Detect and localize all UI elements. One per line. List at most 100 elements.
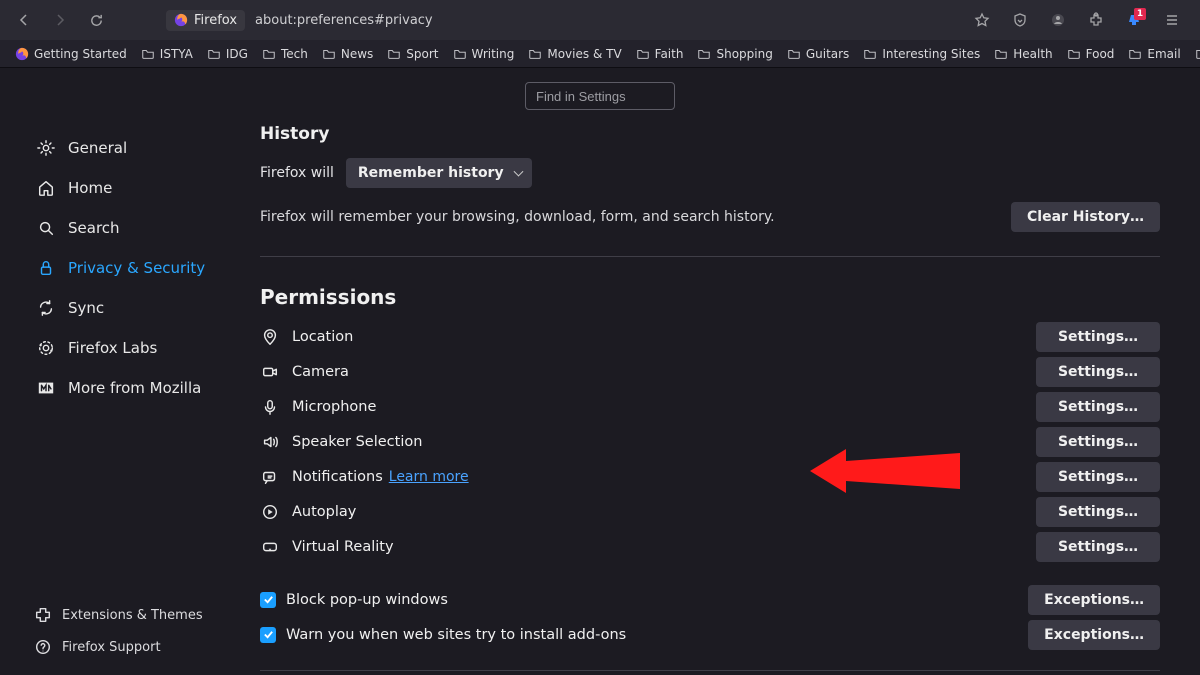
sync-icon — [36, 298, 56, 318]
bookmark-item[interactable]: Shopping — [692, 44, 777, 64]
mic-icon — [260, 397, 280, 417]
notifications-button[interactable]: 1 — [1120, 6, 1148, 34]
permission-settings-button[interactable]: Settings… — [1036, 497, 1160, 527]
notify-icon — [260, 467, 280, 487]
bookmark-star-button[interactable] — [968, 6, 996, 34]
bookmark-item[interactable]: Movies & TV — [523, 44, 626, 64]
checkbox[interactable] — [260, 592, 276, 608]
notification-badge: 1 — [1134, 8, 1146, 20]
sidebar-item-search[interactable]: Search — [28, 208, 232, 248]
permission-settings-button[interactable]: Settings… — [1036, 532, 1160, 562]
lock-icon — [36, 258, 56, 278]
folder-icon — [453, 47, 467, 61]
checkbox-label: Warn you when web sites try to install a… — [286, 627, 1018, 643]
bookmark-item[interactable]: Tech — [257, 44, 313, 64]
history-heading: History — [260, 124, 1160, 144]
bookmark-item[interactable]: Writing — [448, 44, 520, 64]
permission-label: Location — [292, 329, 1024, 345]
sidebar-item-firefox-labs[interactable]: Firefox Labs — [28, 328, 232, 368]
settings-search-wrap — [525, 82, 675, 110]
bookmark-label: IDG — [226, 47, 248, 61]
forward-button[interactable] — [44, 4, 76, 36]
speaker-icon — [260, 432, 280, 452]
checkbox[interactable] — [260, 627, 276, 643]
history-mode-select[interactable]: Remember history — [346, 158, 532, 188]
bookmark-label: Guitars — [806, 47, 849, 61]
bookmark-item[interactable]: Productivity — [1190, 44, 1200, 64]
sidebar-item-label: Firefox Labs — [68, 339, 157, 357]
bookmark-item[interactable]: News — [317, 44, 378, 64]
help-icon — [34, 638, 52, 656]
search-icon — [36, 218, 56, 238]
sidebar-item-home[interactable]: Home — [28, 168, 232, 208]
bookmark-label: Shopping — [716, 47, 772, 61]
sidebar-footer-label: Extensions & Themes — [62, 608, 203, 623]
permission-row-camera: Camera Settings… — [260, 354, 1160, 389]
folder-icon — [1067, 47, 1081, 61]
account-button[interactable] — [1044, 6, 1072, 34]
address-bar[interactable]: Firefox about:preferences#privacy — [166, 5, 996, 35]
permission-settings-button[interactable]: Settings… — [1036, 427, 1160, 457]
reload-button[interactable] — [80, 4, 112, 36]
bookmark-item[interactable]: Getting Started — [10, 44, 132, 64]
sidebar-item-general[interactable]: General — [28, 128, 232, 168]
identity-chip[interactable]: Firefox — [166, 10, 245, 31]
pocket-button[interactable] — [1006, 6, 1034, 34]
bookmarks-bar: Getting StartedISTYA IDG TechNewsSportWrit… — [0, 40, 1200, 68]
permission-settings-button[interactable]: Settings… — [1036, 462, 1160, 492]
permission-settings-button[interactable]: Settings… — [1036, 392, 1160, 422]
sidebar-footer-label: Firefox Support — [62, 640, 161, 655]
bookmark-item[interactable]: IDG — [202, 44, 253, 64]
location-icon — [260, 327, 280, 347]
section-divider — [260, 256, 1160, 257]
sidebar-item-sync[interactable]: Sync — [28, 288, 232, 328]
bookmark-item[interactable]: Email — [1123, 44, 1185, 64]
sidebar-footer-firefox-support[interactable]: Firefox Support — [28, 631, 232, 663]
vr-icon — [260, 537, 280, 557]
identity-label: Firefox — [194, 13, 237, 28]
folder-icon — [262, 47, 276, 61]
folder-icon — [1128, 47, 1142, 61]
permission-row-microphone: Microphone Settings… — [260, 389, 1160, 424]
mozilla-icon — [36, 378, 56, 398]
bookmark-item[interactable]: Interesting Sites — [858, 44, 985, 64]
autoplay-icon — [260, 502, 280, 522]
bookmark-item[interactable]: Sport — [382, 44, 443, 64]
sidebar-footer-extensions-themes[interactable]: Extensions & Themes — [28, 599, 232, 631]
sidebar-item-label: Home — [68, 179, 112, 197]
checkbox-row: Block pop-up windows Exceptions… — [260, 582, 1160, 617]
settings-search-input[interactable] — [525, 82, 675, 110]
permission-settings-button[interactable]: Settings… — [1036, 357, 1160, 387]
bookmark-item[interactable]: Health — [989, 44, 1057, 64]
learn-more-link[interactable]: Learn more — [389, 469, 469, 485]
bookmark-item[interactable]: Guitars — [782, 44, 854, 64]
folder-icon — [141, 47, 155, 61]
preferences-page: General Home SearchPrivacy & SecuritySync F… — [0, 68, 1200, 675]
checkbox-label: Block pop-up windows — [286, 592, 1018, 608]
permission-label: NotificationsLearn more — [292, 469, 1024, 485]
app-menu-button[interactable] — [1158, 6, 1186, 34]
sidebar-item-more-from-mozilla[interactable]: More from Mozilla — [28, 368, 232, 408]
folder-icon — [528, 47, 542, 61]
permission-settings-button[interactable]: Settings… — [1036, 322, 1160, 352]
sidebar-item-privacy-security[interactable]: Privacy & Security — [28, 248, 232, 288]
folder-icon — [1195, 47, 1200, 61]
permission-label: Virtual Reality — [292, 539, 1024, 555]
folder-icon — [322, 47, 336, 61]
firefox-icon — [174, 13, 188, 27]
back-button[interactable] — [8, 4, 40, 36]
folder-icon — [787, 47, 801, 61]
folder-icon — [387, 47, 401, 61]
permission-row-speaker-selection: Speaker Selection Settings… — [260, 424, 1160, 459]
permission-row-location: Location Settings… — [260, 319, 1160, 354]
bookmark-label: Health — [1013, 47, 1052, 61]
extensions-button[interactable] — [1082, 6, 1110, 34]
sidebar-item-label: More from Mozilla — [68, 379, 201, 397]
home-icon — [36, 178, 56, 198]
exceptions-button[interactable]: Exceptions… — [1028, 620, 1160, 650]
bookmark-item[interactable]: Faith — [631, 44, 689, 64]
bookmark-item[interactable]: Food — [1062, 44, 1120, 64]
bookmark-item[interactable]: ISTYA — [136, 44, 198, 64]
exceptions-button[interactable]: Exceptions… — [1028, 585, 1160, 615]
clear-history-button[interactable]: Clear History… — [1011, 202, 1160, 232]
